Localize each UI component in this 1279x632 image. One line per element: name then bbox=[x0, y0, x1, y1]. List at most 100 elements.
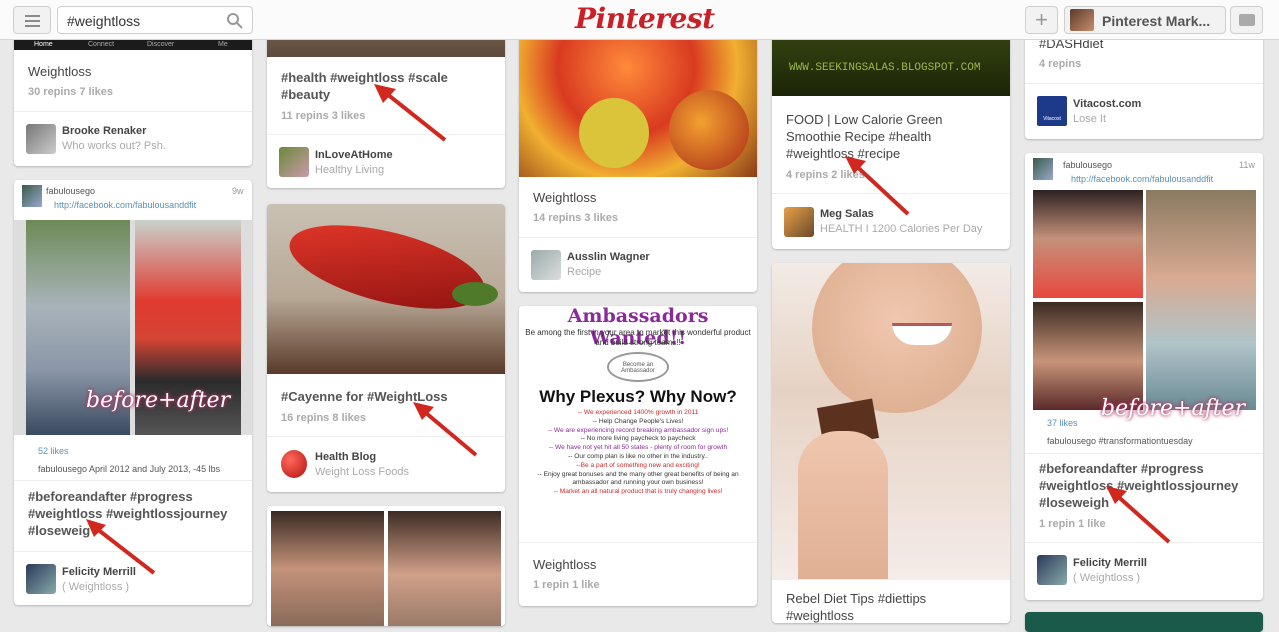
pinner-name[interactable]: Felicity Merrill bbox=[1073, 557, 1147, 569]
profile-button[interactable]: Pinterest Mark... bbox=[1064, 6, 1226, 34]
source-url[interactable]: http://facebook.com/fabulousanddfit bbox=[54, 200, 196, 210]
menu-icon-line bbox=[25, 15, 40, 17]
blog-banner: WWW.SEEKINGSALAS.BLOGSPOT.COM bbox=[789, 62, 981, 74]
nav-tab-label: Discover bbox=[147, 41, 175, 48]
pin-description: #health #weightloss #scale #beauty bbox=[281, 69, 448, 103]
avatar[interactable] bbox=[279, 147, 309, 177]
pinner-name[interactable]: Ausslin Wagner bbox=[567, 251, 650, 263]
avatar bbox=[1033, 158, 1053, 180]
pin-stats: 11 repins 3 likes bbox=[281, 110, 366, 122]
bullet: -- Help Change People's Lives! bbox=[592, 417, 684, 425]
pin-card[interactable]: Weightloss 14 repins 3 likes Ausslin Wag… bbox=[519, 20, 757, 292]
board-name[interactable]: Who works out? Psh. bbox=[62, 140, 166, 152]
description-line: Rebel Diet Tips #diettips bbox=[786, 591, 927, 606]
like-count: 52 likes bbox=[38, 446, 69, 456]
ambassador-badge: Become an Ambassador bbox=[607, 352, 669, 382]
pin-card[interactable]: Home Connect Discover Me Weightloss 30 r… bbox=[14, 20, 252, 166]
board-name[interactable]: HEALTH I 1200 Calories Per Day bbox=[820, 223, 982, 235]
search-input[interactable]: #weightloss bbox=[57, 6, 253, 34]
bullet: --Be a part of something new and excitin… bbox=[576, 461, 700, 469]
nav-tab-label: Home bbox=[34, 41, 53, 48]
pin-card[interactable] bbox=[1025, 612, 1263, 632]
photo-top-left bbox=[1033, 190, 1143, 298]
pin-description: #beforeandafter #progress #weightloss #w… bbox=[1039, 460, 1238, 511]
pinner-name[interactable]: InLoveAtHome bbox=[315, 149, 393, 161]
source-url[interactable]: http://facebook.com/fabulousanddfit bbox=[1071, 174, 1213, 184]
pin-card[interactable]: Rebel Diet Tips #diettips #weightloss bbox=[772, 263, 1010, 623]
menu-button[interactable] bbox=[13, 6, 51, 34]
board-name[interactable]: Lose It bbox=[1073, 113, 1106, 125]
board-name[interactable]: Weight Loss Foods bbox=[315, 466, 409, 478]
board-name[interactable]: ( Weightloss ) bbox=[1073, 572, 1140, 584]
avatar bbox=[22, 185, 42, 207]
pin-card[interactable]: #Cayenne for #WeightLoss 16 repins 8 lik… bbox=[267, 204, 505, 492]
pin-image bbox=[519, 20, 757, 177]
pin-stats: 1 repin 1 like bbox=[533, 579, 600, 591]
pinterest-logo[interactable]: Pinterest bbox=[575, 2, 715, 35]
add-pin-button[interactable]: + bbox=[1025, 6, 1058, 34]
divider bbox=[1025, 453, 1263, 454]
starfruit-shape bbox=[579, 98, 649, 168]
pin-card[interactable]: fabulousego 11w http://facebook.com/fabu… bbox=[1025, 153, 1263, 600]
bullet: -- Enjoy great bonuses and the many othe… bbox=[537, 470, 739, 487]
ad-intro: Be among the first in your area to marke… bbox=[525, 328, 751, 347]
bullet: -- Market an all natural product that is… bbox=[553, 488, 723, 496]
pin-stats: 4 repins bbox=[1039, 58, 1082, 70]
description-line: #weightloss bbox=[786, 608, 854, 623]
divider bbox=[772, 193, 1010, 194]
avatar bbox=[1070, 9, 1094, 31]
pinner-name[interactable]: Health Blog bbox=[315, 451, 376, 463]
description-line: #weightloss #weightlossjourney bbox=[1039, 478, 1239, 493]
pin-card[interactable]: WWW.SEEKINGSALAS.BLOGSPOT.COM FOOD | Low… bbox=[772, 20, 1010, 249]
avatar[interactable] bbox=[1037, 555, 1067, 585]
like-count: 37 likes bbox=[1047, 418, 1078, 428]
pinner-name[interactable]: Felicity Merrill bbox=[62, 566, 136, 578]
pin-image: before+after bbox=[1025, 190, 1263, 421]
notifications-button[interactable] bbox=[1230, 6, 1263, 34]
pin-card[interactable]: Ambassadors Wanted!! Be among the first … bbox=[519, 306, 757, 606]
pin-card[interactable] bbox=[267, 506, 505, 626]
divider bbox=[1025, 83, 1263, 84]
description-line: Smoothie Recipe #health bbox=[786, 129, 932, 144]
photo-right bbox=[388, 511, 501, 626]
description-line: #loseweig bbox=[28, 523, 91, 538]
pin-stats: 14 repins 3 likes bbox=[533, 212, 618, 224]
pinner-name[interactable]: Brooke Renaker bbox=[62, 125, 146, 137]
hand-shape bbox=[798, 431, 888, 579]
description-line: FOOD | Low Calorie Green bbox=[786, 112, 943, 127]
divider bbox=[772, 579, 1010, 580]
board-name[interactable]: Recipe bbox=[567, 266, 601, 278]
pepper-shape bbox=[281, 208, 493, 326]
photo-left bbox=[271, 511, 384, 626]
description-line: #beauty bbox=[281, 87, 331, 102]
avatar[interactable] bbox=[784, 207, 814, 237]
pin-card[interactable]: fabulousego 9w http://facebook.com/fabul… bbox=[14, 180, 252, 605]
avatar[interactable] bbox=[26, 564, 56, 594]
pin-image bbox=[267, 506, 505, 626]
description-line: #beforeandafter #progress bbox=[28, 489, 193, 504]
before-after-overlay: before+after bbox=[86, 388, 231, 413]
board-name[interactable]: ( Weightloss ) bbox=[62, 581, 129, 593]
search-icon[interactable] bbox=[226, 12, 243, 29]
pin-card[interactable]: #health #weightloss #scale #beauty 11 re… bbox=[267, 20, 505, 188]
pinner-name[interactable]: Meg Salas bbox=[820, 208, 874, 220]
menu-icon-line bbox=[25, 25, 40, 27]
avatar[interactable] bbox=[531, 250, 561, 280]
search-value: #weightloss bbox=[67, 13, 141, 29]
divider bbox=[519, 542, 757, 543]
pin-description: Weightloss bbox=[533, 557, 597, 572]
source-time: 9w bbox=[232, 186, 244, 196]
profile-name: Pinterest Mark... bbox=[1102, 13, 1211, 29]
description-line: #weightloss #recipe bbox=[786, 146, 901, 161]
avatar[interactable] bbox=[26, 124, 56, 154]
apple-icon[interactable] bbox=[281, 450, 307, 478]
pin-stats: 4 repins 2 likes bbox=[786, 169, 865, 181]
stem-shape bbox=[452, 282, 498, 306]
pin-image bbox=[267, 204, 505, 374]
vitacost-logo[interactable]: Vitacost bbox=[1037, 96, 1067, 126]
board-name[interactable]: Healthy Living bbox=[315, 164, 384, 176]
pin-description: Weightloss bbox=[533, 190, 597, 205]
notifications-icon bbox=[1239, 14, 1255, 26]
pinner-name[interactable]: Vitacost.com bbox=[1073, 98, 1141, 110]
pin-stats: 1 repin 1 like bbox=[1039, 518, 1106, 530]
